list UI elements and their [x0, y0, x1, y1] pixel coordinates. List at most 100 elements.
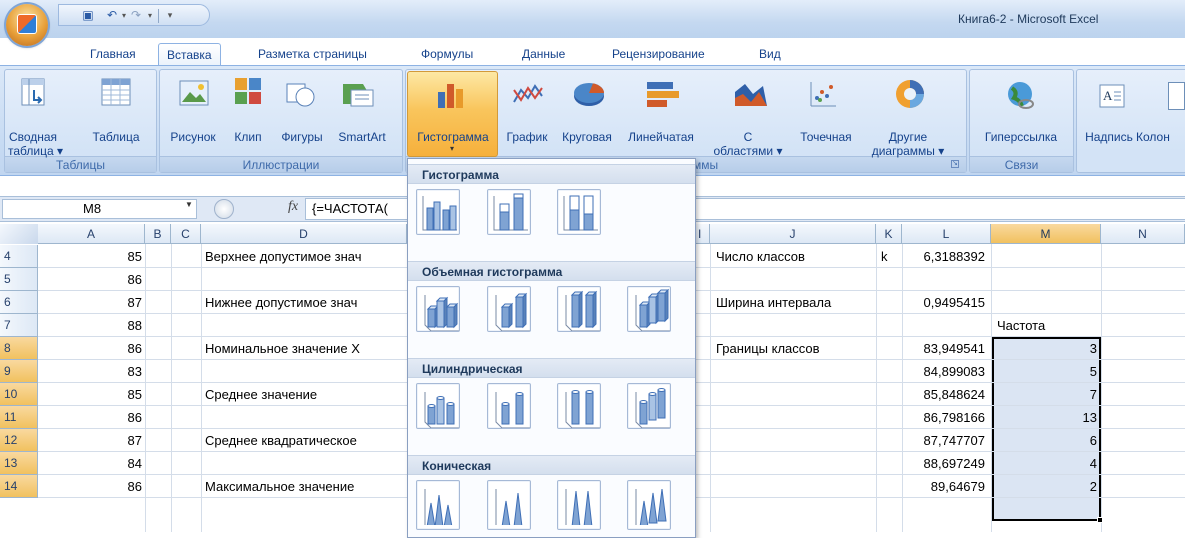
row-header[interactable]: 10: [0, 383, 38, 406]
gallery-item-stacked-cone[interactable]: [487, 480, 531, 530]
gallery-item-3d-column[interactable]: [627, 286, 671, 332]
gallery-item-100-stacked-cylinder[interactable]: [557, 383, 601, 429]
cell-k11[interactable]: [881, 406, 901, 429]
cell-m13[interactable]: 4: [993, 452, 1100, 475]
cell-m6[interactable]: [993, 291, 1100, 314]
col-header-n[interactable]: N: [1101, 224, 1185, 244]
gallery-item-3d-cylinder[interactable]: [627, 383, 671, 429]
cell-l4[interactable]: 6,3188392: [902, 245, 988, 268]
cell-j6[interactable]: Ширина интервала: [716, 291, 874, 314]
cell-m5[interactable]: [993, 268, 1100, 291]
header-footer-button[interactable]: Колон: [1136, 130, 1185, 144]
select-all-corner[interactable]: [0, 224, 38, 244]
cell-a5[interactable]: 86: [38, 268, 145, 291]
cell-a14[interactable]: 86: [38, 475, 145, 498]
col-header-m[interactable]: M: [991, 224, 1101, 244]
shapes-button[interactable]: Фигуры: [276, 130, 328, 144]
tab-formulas[interactable]: Формулы: [421, 43, 473, 66]
cell-k10[interactable]: [881, 383, 901, 406]
cell-j5[interactable]: [716, 268, 874, 291]
cell-a11[interactable]: 86: [38, 406, 145, 429]
gallery-item-clustered-cylinder[interactable]: [416, 383, 460, 429]
cell-k9[interactable]: [881, 360, 901, 383]
cell-k4[interactable]: k: [881, 245, 901, 268]
cell-d6[interactable]: Нижнее допустимое знач: [205, 291, 405, 314]
cell-d5[interactable]: [205, 268, 405, 291]
cell-j12[interactable]: [716, 429, 874, 452]
cell-m10[interactable]: 7: [993, 383, 1100, 406]
cell-a13[interactable]: 84: [38, 452, 145, 475]
cell-a6[interactable]: 87: [38, 291, 145, 314]
cell-l9[interactable]: 84,899083: [902, 360, 988, 383]
cell-d4[interactable]: Верхнее допустимое знач: [205, 245, 405, 268]
col-header-b[interactable]: B: [145, 224, 171, 244]
cell-a9[interactable]: 83: [38, 360, 145, 383]
cell-d7[interactable]: [205, 314, 405, 337]
redo-icon[interactable]: ↷: [129, 9, 143, 22]
cell-j10[interactable]: [716, 383, 874, 406]
cell-a10[interactable]: 85: [38, 383, 145, 406]
customize-icon[interactable]: ▾: [163, 9, 177, 22]
cell-l10[interactable]: 85,848624: [902, 383, 988, 406]
row-header[interactable]: 9: [0, 360, 38, 383]
pie-chart-button[interactable]: Круговая: [557, 130, 617, 144]
cell-d14[interactable]: Максимальное значение: [205, 475, 405, 498]
tab-view[interactable]: Вид: [759, 43, 781, 66]
cell-a12[interactable]: 87: [38, 429, 145, 452]
save-icon[interactable]: ▣: [81, 9, 95, 22]
name-box-dropdown-icon[interactable]: ▼: [185, 200, 193, 209]
tab-review[interactable]: Рецензирование: [612, 43, 705, 66]
cell-d12[interactable]: Среднее квадратическое: [205, 429, 405, 452]
cell-a8[interactable]: 86: [38, 337, 145, 360]
name-box[interactable]: M8: [2, 199, 197, 219]
gallery-item-3d-clustered-column[interactable]: [416, 286, 460, 332]
cell-a7[interactable]: 88: [38, 314, 145, 337]
picture-button[interactable]: Рисунок: [163, 130, 223, 144]
row-header[interactable]: 6: [0, 291, 38, 314]
tab-page-layout[interactable]: Разметка страницы: [258, 43, 367, 66]
scatter-chart-button[interactable]: Точечная: [796, 130, 856, 144]
gallery-item-3d-stacked-column[interactable]: [487, 286, 531, 332]
cell-l8[interactable]: 83,949541: [902, 337, 988, 360]
bar-chart-button[interactable]: Линейчатая: [623, 130, 699, 144]
cell-k8[interactable]: [881, 337, 901, 360]
col-header-j[interactable]: J: [710, 224, 876, 244]
cell-d13[interactable]: [205, 452, 405, 475]
cell-j4[interactable]: Число классов: [716, 245, 874, 268]
cell-a4[interactable]: 85: [38, 245, 145, 268]
insert-function-icon[interactable]: fx: [288, 199, 298, 215]
gallery-item-stacked-column[interactable]: [487, 189, 531, 235]
cell-k13[interactable]: [881, 452, 901, 475]
cell-l14[interactable]: 89,64679: [902, 475, 988, 498]
cell-l6[interactable]: 0,9495415: [902, 291, 988, 314]
cell-l5[interactable]: [902, 268, 988, 291]
gallery-item-stacked-cylinder[interactable]: [487, 383, 531, 429]
clip-art-button[interactable]: Клип: [228, 130, 268, 144]
cell-m7[interactable]: Частота: [993, 314, 1100, 337]
cell-d10[interactable]: Среднее значение: [205, 383, 405, 406]
gallery-item-3d-cone[interactable]: [627, 480, 671, 530]
col-header-c[interactable]: C: [171, 224, 201, 244]
tab-data[interactable]: Данные: [522, 43, 565, 66]
cell-m14[interactable]: 2: [993, 475, 1100, 498]
cell-j9[interactable]: [716, 360, 874, 383]
cell-j14[interactable]: [716, 475, 874, 498]
cell-k12[interactable]: [881, 429, 901, 452]
cell-j11[interactable]: [716, 406, 874, 429]
cell-k6[interactable]: [881, 291, 901, 314]
row-header[interactable]: 12: [0, 429, 38, 452]
row-header[interactable]: 5: [0, 268, 38, 291]
cell-k7[interactable]: [881, 314, 901, 337]
cell-j8[interactable]: Границы классов: [716, 337, 874, 360]
row-header[interactable]: 8: [0, 337, 38, 360]
fill-handle[interactable]: [1097, 517, 1103, 523]
cell-l11[interactable]: 86,798166: [902, 406, 988, 429]
gallery-item-clustered-column[interactable]: [416, 189, 460, 235]
cell-j7[interactable]: [716, 314, 874, 337]
cell-m11[interactable]: 13: [993, 406, 1100, 429]
row-header[interactable]: 13: [0, 452, 38, 475]
cell-l12[interactable]: 87,747707: [902, 429, 988, 452]
row-header[interactable]: 11: [0, 406, 38, 429]
cell-d9[interactable]: [205, 360, 405, 383]
cell-l13[interactable]: 88,697249: [902, 452, 988, 475]
